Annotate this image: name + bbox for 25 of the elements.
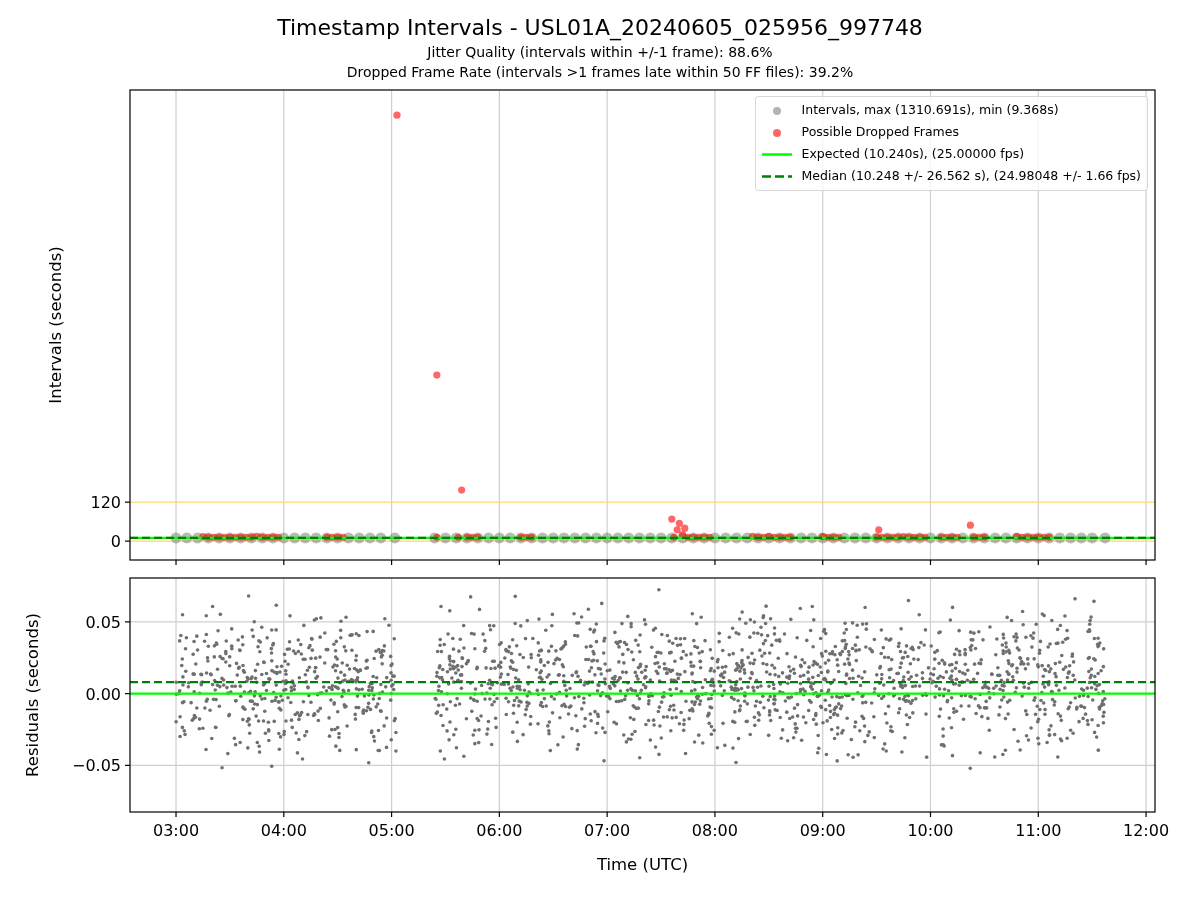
x-tick-label: 10:00 (907, 821, 954, 840)
y-tick-label: 120 (90, 493, 121, 513)
x-tick-label: 05:00 (368, 821, 415, 840)
figure-subtitle: Jitter Quality (intervals within +/-1 frame): 88.6% (427, 43, 773, 62)
x-tick-label: 09:00 (799, 821, 846, 840)
legend-label: Median (10.248 +/- 26.562 s), (24.98048 +/- 1.66 fps) (801, 167, 1141, 186)
y-tick-label: 0.05 (85, 612, 121, 632)
x-tick-label: 06:00 (476, 821, 523, 840)
y-tick-label: −0.05 (71, 756, 121, 776)
x-tick-label: 12:00 (1123, 821, 1170, 840)
y-axis-label: Intervals (seconds) (46, 246, 65, 404)
x-axis-label: Time (UTC) (596, 855, 689, 874)
x-tick-label: 03:00 (152, 821, 200, 840)
y-axis-label: Residuals (seconds) (23, 613, 42, 777)
x-tick-label: 08:00 (691, 821, 738, 840)
figure-title: Timestamp Intervals - USL01A_20240605_025956_997748 (277, 14, 923, 42)
legend-label: Intervals, max (1310.691s), min (9.368s) (801, 101, 1059, 120)
legend-label: Possible Dropped Frames (801, 123, 959, 142)
x-tick-label: 07:00 (584, 821, 631, 840)
y-tick-label: 0 (110, 532, 121, 552)
figure-subtitle: Dropped Frame Rate (intervals >1 frames late within 50 FF files): 39.2% (346, 63, 854, 82)
x-tick-label: 11:00 (1015, 821, 1062, 840)
x-tick-label: 04:00 (260, 821, 307, 840)
legend-label: Expected (10.240s), (25.00000 fps) (801, 145, 1025, 164)
y-tick-label: 0.00 (85, 684, 121, 704)
